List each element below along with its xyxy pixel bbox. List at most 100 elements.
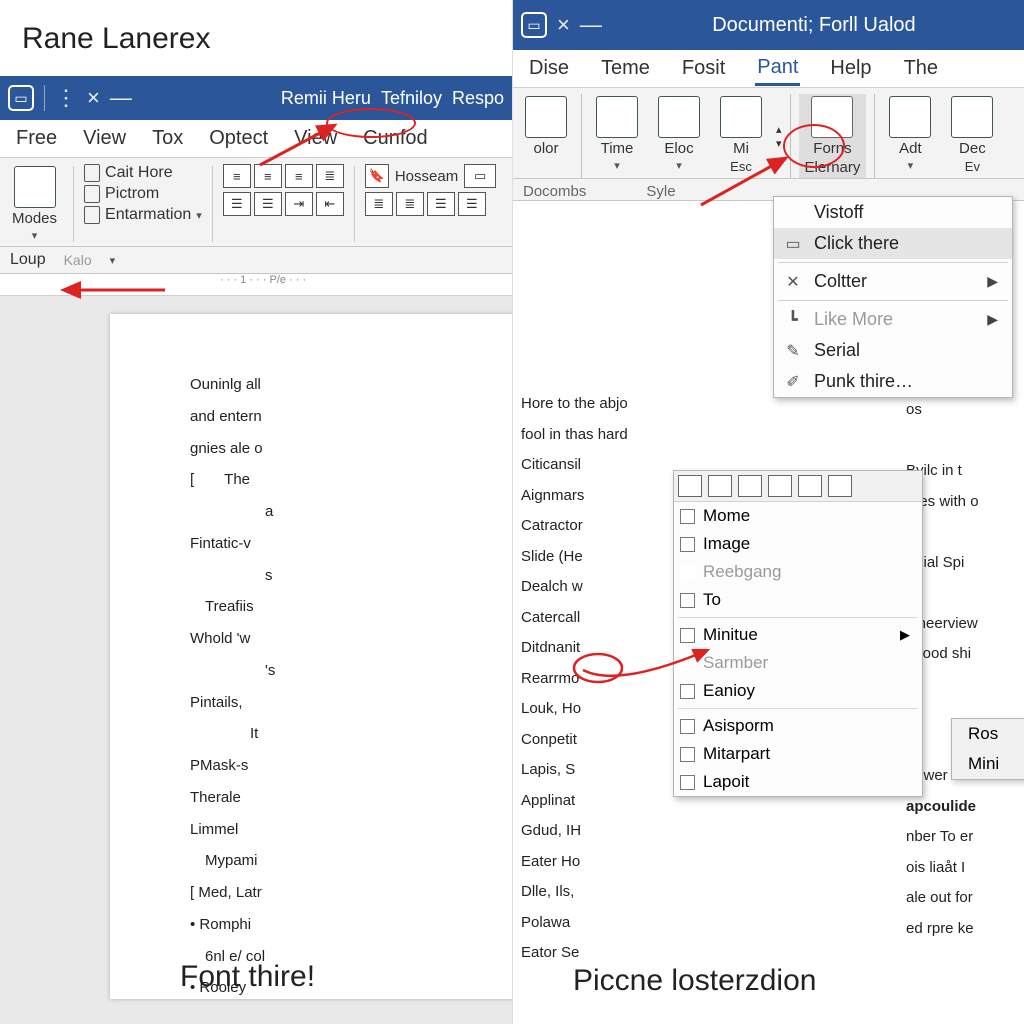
titlebar-left: ▭ ⋮ × — Remii Heru Tefniloy Respo: [0, 76, 512, 120]
tab-tox[interactable]: Tox: [150, 123, 185, 154]
ruler-icon: ┗: [782, 310, 804, 330]
tab-teme[interactable]: Teme: [599, 53, 652, 84]
pictrom-item[interactable]: Pictrom: [84, 185, 202, 203]
ribbon-right: olor Time▾ Eloc▾ MiEsc ▴▾ Forns Elernary…: [513, 88, 1024, 179]
loup-row: Loup Kalo ▾: [0, 247, 512, 274]
minimize-icon[interactable]: —: [580, 12, 602, 38]
time-button[interactable]: Time▾: [590, 94, 644, 178]
page-icon: [84, 164, 100, 182]
sb-icon-4[interactable]: [768, 475, 792, 497]
tab-pant[interactable]: Pant: [755, 52, 800, 86]
field-icon[interactable]: ▭: [464, 164, 496, 188]
sub-mome[interactable]: Mome: [674, 502, 922, 530]
align-row-1: ≡ ≡ ≡ ≣: [223, 164, 344, 188]
sb-icon-5[interactable]: [798, 475, 822, 497]
list-icon[interactable]: ☰: [223, 192, 251, 216]
more-icon[interactable]: ⋮: [55, 85, 77, 111]
submenu-toolbar: [674, 471, 922, 502]
sub-sarmber[interactable]: Sarmber: [674, 649, 922, 677]
adt-button[interactable]: Adt▾: [883, 94, 937, 178]
align-justify-icon[interactable]: ≣: [316, 164, 344, 188]
kalo-label[interactable]: Kalo: [64, 252, 92, 268]
left-screenshot: Rane Lanerex ▭ ⋮ × — Remii Heru Tefniloy…: [0, 0, 512, 1024]
forns-elernary-button[interactable]: Forns Elernary: [799, 94, 867, 178]
close-icon[interactable]: ×: [557, 12, 570, 38]
tag-icon[interactable]: 🔖: [365, 164, 389, 188]
mi-esc-button[interactable]: MiEsc: [714, 94, 768, 178]
sub-to[interactable]: To: [674, 586, 922, 614]
page-icon: [84, 206, 100, 224]
hosseam-label: Hosseam: [395, 168, 458, 185]
outdent-icon[interactable]: ⇤: [316, 192, 344, 216]
sb-icon-6[interactable]: [828, 475, 852, 497]
indent-icon[interactable]: ⇥: [285, 192, 313, 216]
align-row-2: ☰ ☰ ⇥ ⇤: [223, 192, 344, 216]
tab-fosit[interactable]: Fosit: [680, 53, 727, 84]
flyout-menu: Ros Mini: [951, 718, 1024, 780]
titlebar-right: ▭ × — Documenti; Forll Ualod: [513, 0, 1024, 50]
sb-icon-2[interactable]: [708, 475, 732, 497]
sub-mitarpart[interactable]: Mitarpart: [674, 740, 922, 768]
wand-icon: ✎: [782, 341, 804, 361]
sub-minitue[interactable]: Minitue▶: [674, 621, 922, 649]
loup-label[interactable]: Loup: [10, 251, 46, 269]
cait-hore-item[interactable]: Cait Hore: [84, 164, 202, 182]
ribbon-left: Modes ▾ Cait Hore Pictrom Entarmation ▾ …: [0, 158, 512, 247]
align-center-icon[interactable]: ≡: [254, 164, 282, 188]
eloc-button[interactable]: Eloc▾: [652, 94, 706, 178]
b2-icon[interactable]: ≣: [396, 192, 424, 216]
tools-icon: ✕: [782, 272, 804, 292]
app-icon: ▭: [521, 12, 547, 38]
b1-icon[interactable]: ≣: [365, 192, 393, 216]
sb-icon-1[interactable]: [678, 475, 702, 497]
right-screenshot: ▭ × — Documenti; Forll Ualod Dise Teme F…: [512, 0, 1024, 1024]
sb-icon-3[interactable]: [738, 475, 762, 497]
align-left-icon[interactable]: ≡: [223, 164, 251, 188]
b4-icon[interactable]: ☰: [458, 192, 486, 216]
tab-view2[interactable]: View: [292, 123, 339, 154]
right-bottom-caption: Piccne losterzdion: [573, 964, 816, 998]
page-area-left: Ouninlg all and entern gnies ale o [ The…: [0, 296, 512, 1024]
sub-reebgang[interactable]: Reebgang: [674, 558, 922, 586]
sub-lapoit[interactable]: Lapoit: [674, 768, 922, 796]
menu-vistoff[interactable]: Vistoff: [774, 197, 1012, 228]
menu-click-there[interactable]: ▭Click there: [774, 228, 1012, 259]
left-caption: Rane Lanerex: [0, 0, 512, 56]
fly-mini[interactable]: Mini: [952, 749, 1024, 779]
modes-button[interactable]: Modes ▾: [6, 164, 63, 244]
sub-eanioy[interactable]: Eanioy: [674, 677, 922, 705]
menu-punk-thire[interactable]: ✐Punk thire…: [774, 366, 1012, 397]
entarmation-item[interactable]: Entarmation ▾: [84, 206, 202, 224]
sub-image[interactable]: Image: [674, 530, 922, 558]
tab-optect[interactable]: Optect: [207, 123, 270, 154]
tab-view[interactable]: View: [81, 123, 128, 154]
app-icon: ▭: [8, 85, 34, 111]
menu-coltter[interactable]: ✕Coltter▶: [774, 266, 1012, 297]
b3-icon[interactable]: ☰: [427, 192, 455, 216]
menu-like-more[interactable]: ┗Like More▶: [774, 304, 1012, 335]
tab-cunfod[interactable]: Cunfod: [361, 123, 430, 154]
list2-icon[interactable]: ☰: [254, 192, 282, 216]
edit-icon: ✐: [782, 372, 804, 392]
dropdown-menu: Vistoff ▭Click there ✕Coltter▶ ┗Like Mor…: [773, 196, 1013, 398]
align-right-icon[interactable]: ≡: [285, 164, 313, 188]
minimize-icon[interactable]: —: [110, 85, 132, 111]
close-icon[interactable]: ×: [87, 85, 100, 111]
sub-asisporm[interactable]: Asisporm: [674, 712, 922, 740]
menu-serial[interactable]: ✎Serial: [774, 335, 1012, 366]
tab-dise[interactable]: Dise: [527, 53, 571, 84]
title-text-1: Remii Heru: [281, 88, 371, 109]
folder-icon: [811, 96, 853, 138]
tab-bar-left: Free View Tox Optect View Cunfod: [0, 120, 512, 158]
title-text-3: Respo: [452, 88, 504, 109]
tab-the[interactable]: The: [902, 53, 940, 84]
olor-button[interactable]: olor: [519, 94, 573, 178]
document-page: Ouninlg all and entern gnies ale o [ The…: [110, 314, 512, 999]
tab-free[interactable]: Free: [14, 123, 59, 154]
page-icon: [84, 185, 100, 203]
dec-button[interactable]: DecEv: [945, 94, 999, 178]
fly-ros[interactable]: Ros: [952, 719, 1024, 749]
tab-help[interactable]: Help: [828, 53, 873, 84]
submenu: Mome Image Reebgang To Minitue▶ Sarmber …: [673, 470, 923, 797]
title-text-2: Tefniloy: [381, 88, 442, 109]
